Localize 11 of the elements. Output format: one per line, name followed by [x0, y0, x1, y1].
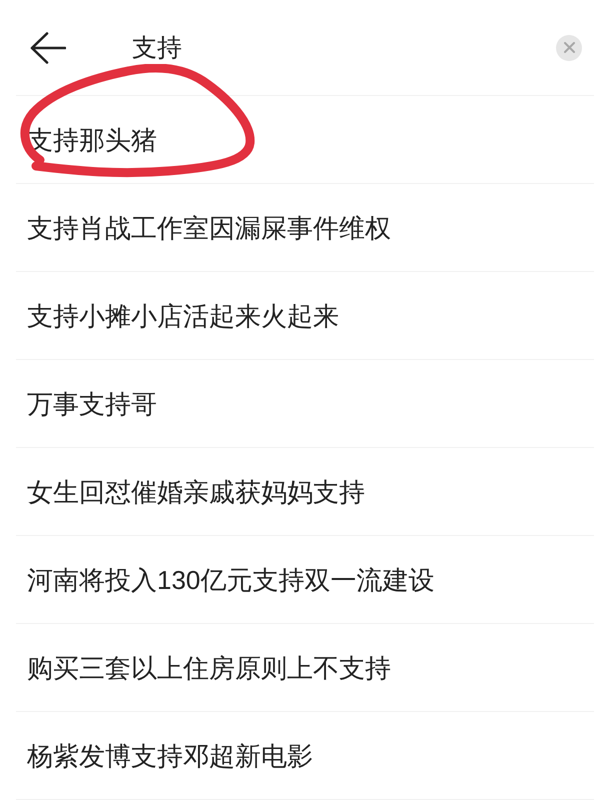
suggestion-item[interactable]: 支持肖战工作室因漏屎事件维权: [27, 212, 391, 244]
suggestion-item[interactable]: 购买三套以上住房原则上不支持: [27, 652, 391, 684]
search-field[interactable]: 支持: [132, 34, 512, 62]
suggestion-item[interactable]: 河南将投入130亿元支持双一流建设: [27, 564, 434, 596]
close-icon: [564, 42, 574, 53]
suggestion-item[interactable]: 万事支持哥: [27, 388, 157, 420]
back-arrow-icon: [30, 32, 66, 64]
back-button[interactable]: [30, 32, 66, 64]
suggestion-item[interactable]: 杨紫发博支持邓超新电影: [27, 740, 313, 772]
suggestion-item[interactable]: 女生回怼催婚亲戚获妈妈支持: [27, 476, 365, 508]
suggestion-item[interactable]: 支持小摊小店活起来火起来: [27, 300, 339, 332]
